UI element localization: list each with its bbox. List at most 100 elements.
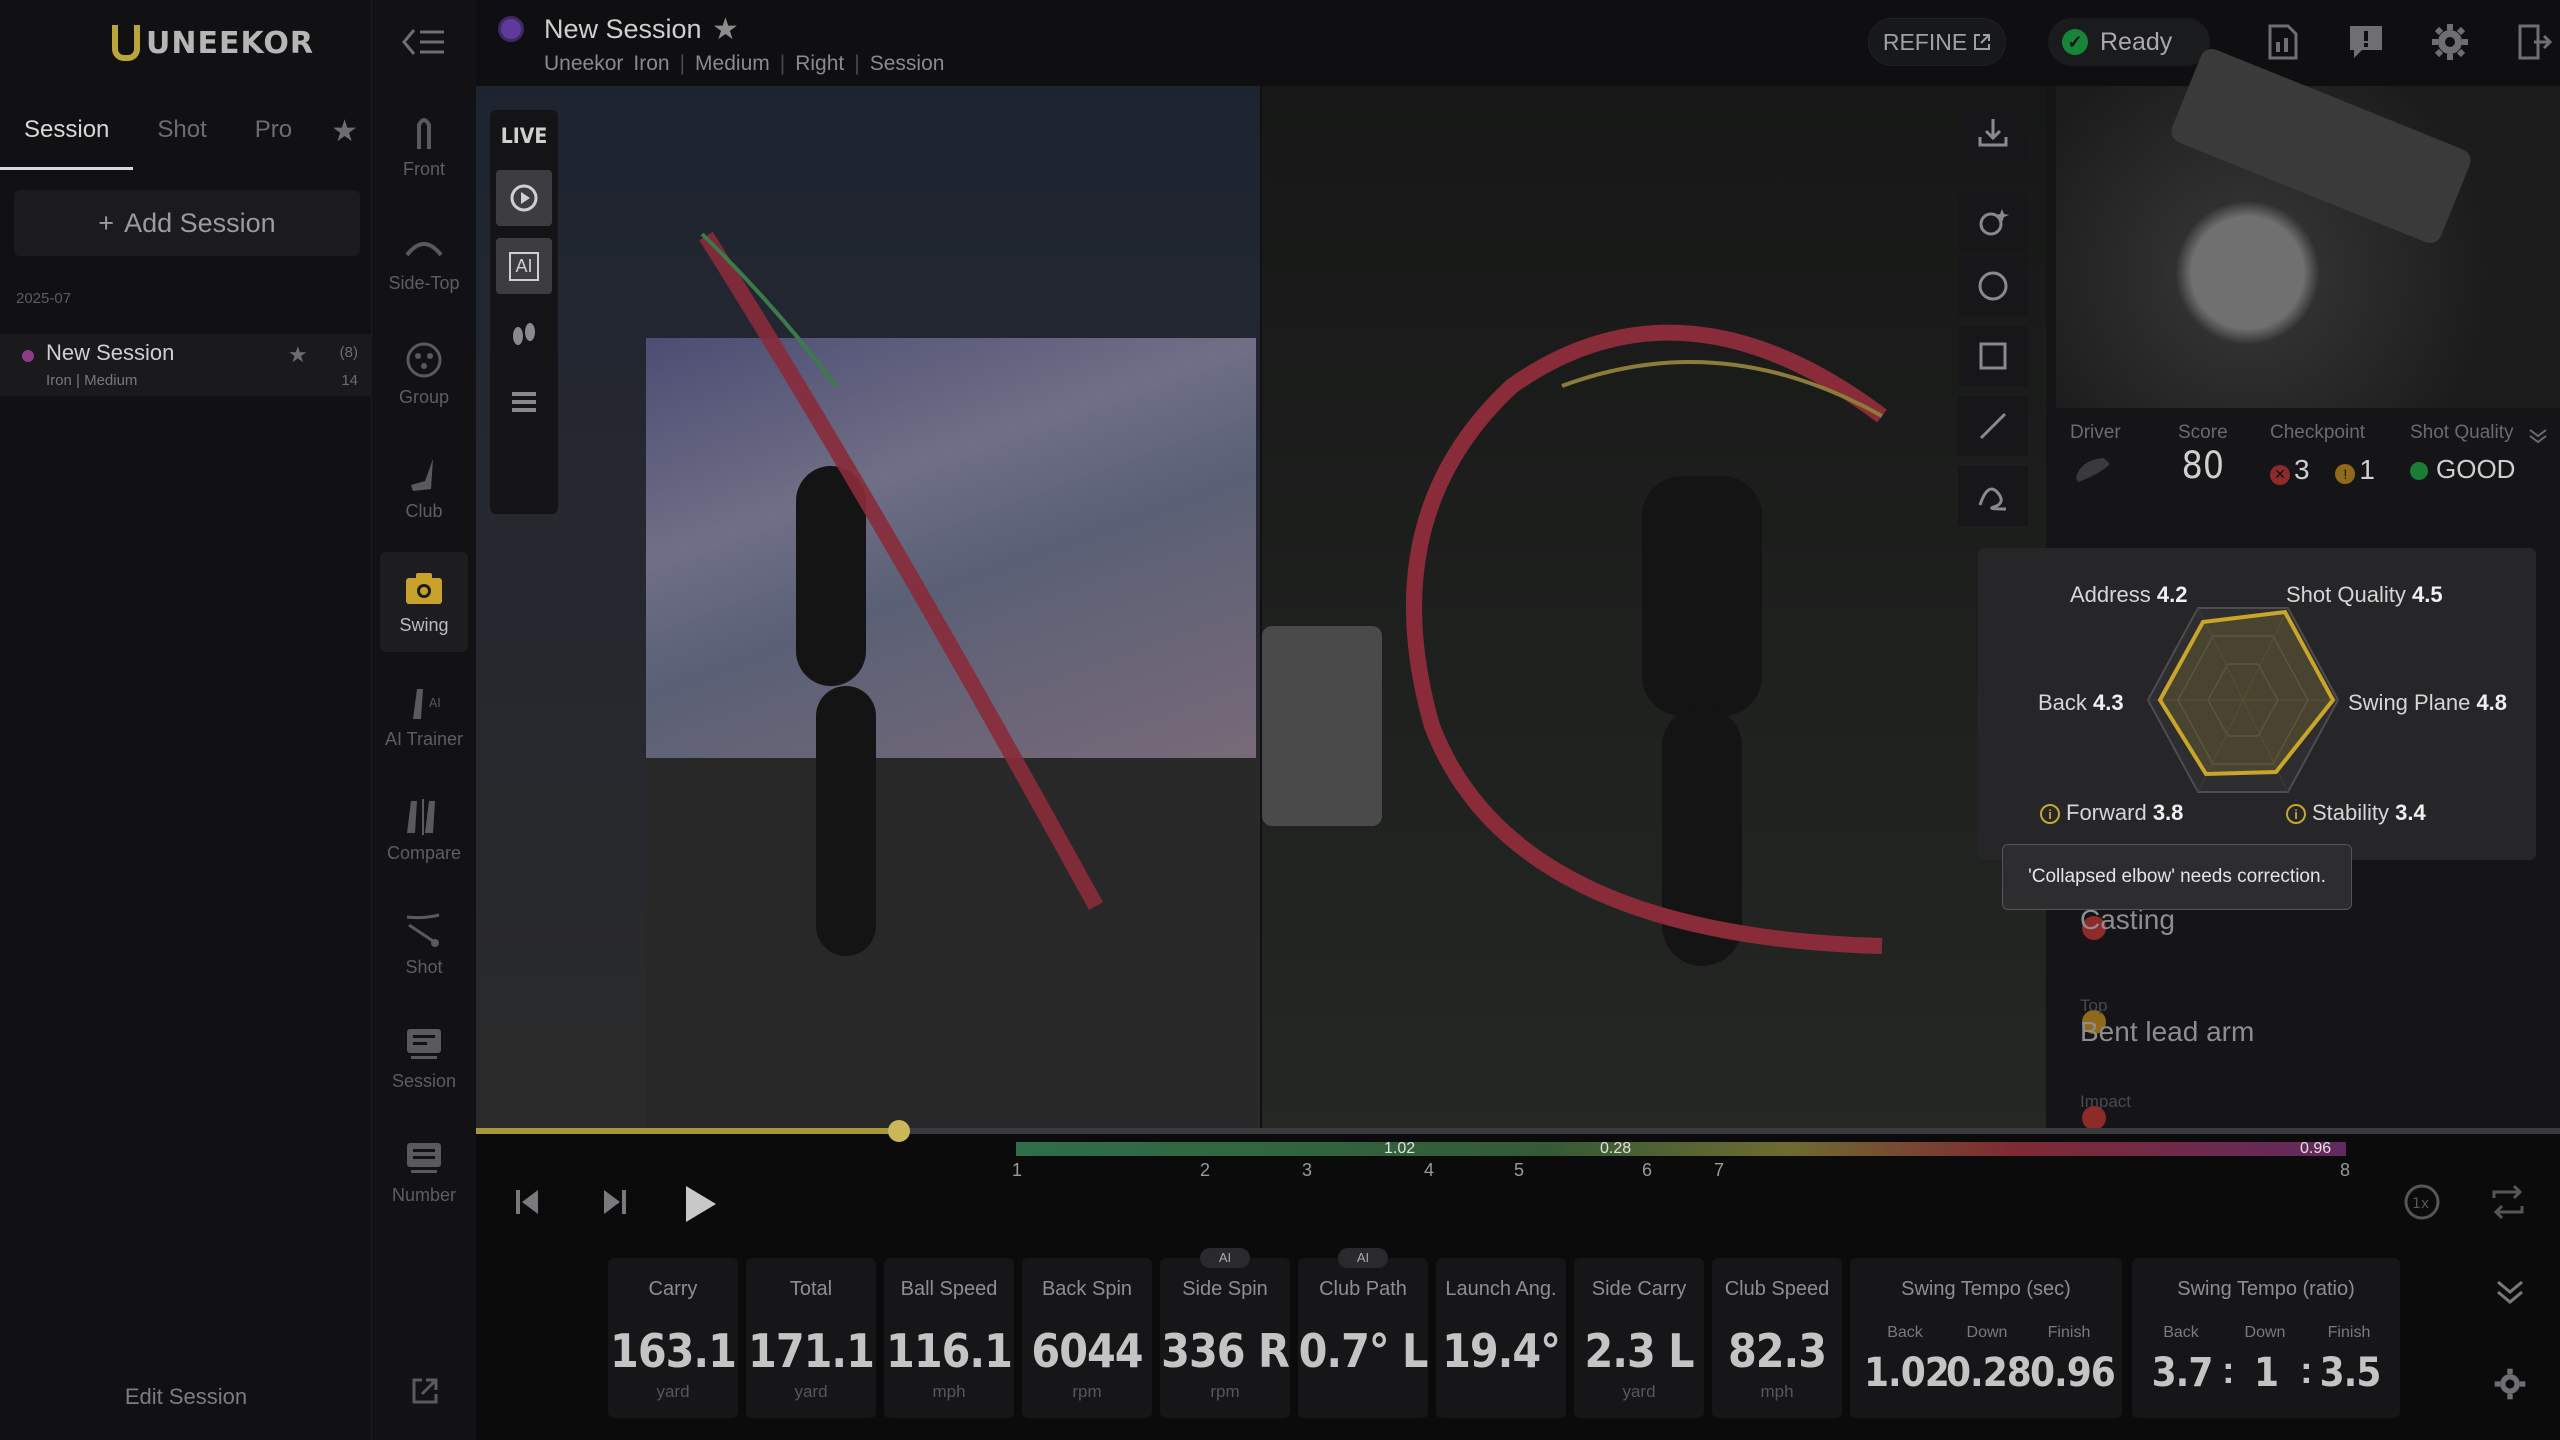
checkpoint-label: Checkpoint: [2270, 422, 2366, 443]
freehand-tool[interactable]: [1958, 466, 2028, 526]
metric-tile[interactable]: Carry 163.1 yard: [608, 1258, 738, 1418]
list-button[interactable]: [496, 374, 552, 430]
chevron-double-down-icon[interactable]: [2490, 1272, 2530, 1312]
status-label: Ready: [2100, 27, 2173, 56]
play-icon[interactable]: [676, 1180, 724, 1228]
issue-item[interactable]: Impact: [2080, 1092, 2131, 1112]
metric-tile[interactable]: Launch Ang. 19.4°: [1436, 1258, 1566, 1418]
circle-tool[interactable]: [1958, 256, 2028, 316]
phase-marker[interactable]: 2: [1200, 1160, 1210, 1181]
step-back-icon[interactable]: [506, 1180, 550, 1224]
tab-pro[interactable]: Pro: [231, 100, 316, 170]
metric-tile[interactable]: AI Club Path 0.7° L: [1298, 1248, 1428, 1418]
external-link-icon[interactable]: [410, 1376, 440, 1406]
footprint-button[interactable]: [496, 306, 552, 362]
radar-shot-quality: Shot Quality 4.5: [2286, 582, 2443, 608]
issue-name: Bent lead arm: [2080, 1016, 2255, 1047]
svg-text:AI: AI: [429, 696, 441, 710]
logo: UNEEKOR: [112, 22, 314, 64]
rail-item-swing[interactable]: Swing: [380, 552, 468, 652]
refine-button[interactable]: REFINE: [1868, 18, 2006, 66]
metric-tile[interactable]: AI Side Spin 336 R rpm: [1160, 1248, 1290, 1418]
front-view-icon: [417, 117, 431, 149]
issue-item[interactable]: Top Bent lead arm: [2080, 996, 2254, 1048]
loop-icon[interactable]: [2486, 1180, 2530, 1224]
rail-item-number[interactable]: Number: [380, 1122, 468, 1222]
rail-item-shot[interactable]: Shot: [380, 894, 468, 994]
metric-tile[interactable]: Ball Speed 116.1 mph: [884, 1258, 1014, 1418]
metric-tile[interactable]: Back Spin 6044 rpm: [1022, 1258, 1152, 1418]
step-forward-icon[interactable]: [592, 1180, 636, 1224]
phase-marker[interactable]: 4: [1424, 1160, 1434, 1181]
swing-phase-bar[interactable]: [1016, 1142, 2346, 1156]
favorites-star-icon[interactable]: ★: [331, 114, 358, 149]
ai-badge: AI: [1200, 1248, 1250, 1268]
good-status-dot: [2410, 462, 2428, 481]
breadcrumb-item[interactable]: Right: [795, 52, 844, 76]
auto-draw-button[interactable]: [1958, 192, 2028, 252]
breadcrumb-item[interactable]: Session: [870, 52, 945, 76]
checkpoint-fail-count: 3: [2294, 454, 2310, 485]
shot-quality-stat[interactable]: Shot Quality GOOD: [2410, 422, 2515, 502]
phase-marker[interactable]: 8: [2340, 1160, 2350, 1181]
report-icon[interactable]: [2262, 22, 2302, 62]
radar-stability[interactable]: i Stability 3.4: [2286, 800, 2426, 826]
metric-tile[interactable]: Total 171.1 yard: [746, 1258, 876, 1418]
metric-tile[interactable]: Club Speed 82.3 mph: [1712, 1258, 1842, 1418]
replay-button[interactable]: [496, 170, 552, 226]
collapse-panel-icon[interactable]: [400, 24, 448, 60]
scrubber-handle[interactable]: [888, 1120, 910, 1142]
phase-marker[interactable]: 3: [1302, 1160, 1312, 1181]
radar-forward[interactable]: i Forward 3.8: [2040, 800, 2183, 826]
ai-toggle-button[interactable]: AI: [496, 238, 552, 294]
rail-item-ai-trainer[interactable]: AI AI Trainer: [380, 666, 468, 766]
driver-stat[interactable]: Driver: [2070, 422, 2121, 502]
session-star-icon[interactable]: ★: [288, 342, 308, 368]
session-list-item[interactable]: New Session Iron | Medium ★ (8) 14: [0, 334, 372, 396]
rail-item-session[interactable]: Session: [380, 1008, 468, 1108]
tab-shot[interactable]: Shot: [133, 100, 230, 170]
metric-label: Club Path: [1319, 1278, 1407, 1300]
exit-icon[interactable]: [2514, 22, 2554, 62]
breadcrumb-item[interactable]: Medium: [695, 52, 770, 76]
metric-value: 6044: [1031, 1324, 1143, 1378]
panel-tabs: Session Shot Pro ★: [0, 100, 372, 170]
favorite-star-icon[interactable]: ★: [712, 12, 739, 47]
status-badge[interactable]: ✓ Ready: [2048, 18, 2210, 66]
phase-marker[interactable]: 7: [1714, 1160, 1724, 1181]
tab-session[interactable]: Session: [0, 100, 134, 170]
chevron-double-down-icon[interactable]: [2526, 424, 2550, 448]
radar-back-label: Back: [2038, 690, 2087, 715]
phase-marker[interactable]: 6: [1642, 1160, 1652, 1181]
phase-marker[interactable]: 1: [1012, 1160, 1022, 1181]
rectangle-tool[interactable]: [1958, 326, 2028, 386]
speed-1x-icon[interactable]: 1x: [2400, 1180, 2444, 1224]
edit-session-button[interactable]: Edit Session: [0, 1384, 372, 1410]
app-root: UNEEKOR Session Shot Pro ★ + Add Session…: [0, 0, 2560, 1440]
rail-item-club[interactable]: Club: [380, 438, 468, 538]
download-button[interactable]: [1958, 102, 2028, 162]
rail-item-side-top[interactable]: Side-Top: [380, 210, 468, 310]
gear-icon[interactable]: [2492, 1366, 2528, 1402]
rail-label-session: Session: [391, 1070, 457, 1091]
add-session-button[interactable]: + Add Session: [14, 190, 360, 256]
breadcrumb-item[interactable]: Iron: [633, 52, 669, 76]
video-viewer[interactable]: LIVE AI: [476, 86, 2046, 1130]
rail-label-ai-trainer: AI Trainer: [384, 728, 464, 749]
tempo-ratio-tile[interactable]: Swing Tempo (ratio) Back Down Finish 3.7…: [2132, 1258, 2400, 1418]
playback-scrubber[interactable]: [476, 1120, 2560, 1142]
checkpoint-stat[interactable]: Checkpoint ✕ 3 ! 1: [2270, 422, 2375, 502]
metric-label: Carry: [648, 1278, 698, 1300]
rail-item-front[interactable]: Front: [380, 96, 468, 196]
phase-marker[interactable]: 5: [1514, 1160, 1524, 1181]
rail-item-group[interactable]: Group: [380, 324, 468, 424]
group-icon: [406, 342, 442, 377]
feedback-icon[interactable]: [2346, 22, 2386, 62]
gear-icon[interactable]: [2430, 22, 2470, 62]
line-tool[interactable]: [1958, 396, 2028, 456]
tempo-sec-tile[interactable]: Swing Tempo (sec) Back Down Finish 1.02 …: [1850, 1258, 2122, 1418]
rail-item-compare[interactable]: Compare: [380, 780, 468, 880]
issue-position: Top: [2080, 996, 2108, 1015]
breadcrumb-item[interactable]: Uneekor: [544, 52, 623, 76]
metric-tile[interactable]: Side Carry 2.3 L yard: [1574, 1258, 1704, 1418]
